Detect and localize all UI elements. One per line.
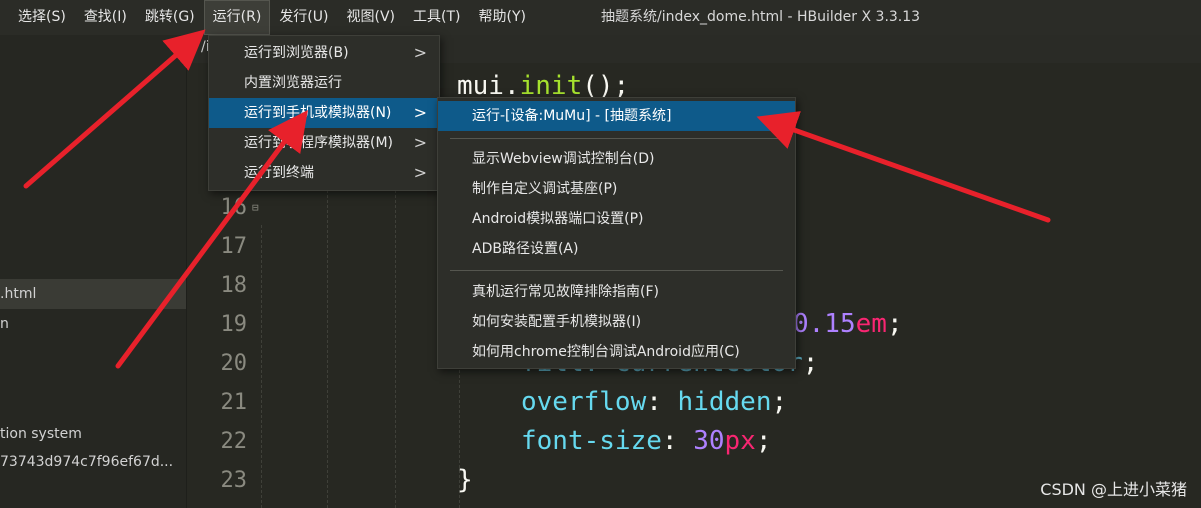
line-number: 16 xyxy=(220,195,248,220)
file-item[interactable]: n xyxy=(0,311,186,337)
menu-find[interactable]: 查找(I) xyxy=(75,0,136,35)
line-number: 23 xyxy=(220,468,248,493)
adb-path-item[interactable]: ADB路径设置(A) xyxy=(438,234,795,264)
chevron-right-icon: > xyxy=(413,163,427,182)
menu-goto[interactable]: 跳转(G) xyxy=(136,0,204,35)
file-item[interactable]: tion system xyxy=(0,421,186,447)
menu-separator xyxy=(450,270,783,271)
menu-tools[interactable]: 工具(T) xyxy=(404,0,469,35)
code-line-overflow: overflow: hidden; xyxy=(521,387,788,417)
window-title: 抽题系统/index_dome.html - HBuilder X 3.3.13 xyxy=(601,9,921,25)
menu-run[interactable]: 运行(R) xyxy=(203,0,271,35)
run-miniprogram-item[interactable]: 运行到小程序模拟器(M) > xyxy=(209,128,439,158)
menu-view[interactable]: 视图(V) xyxy=(337,0,404,35)
project-explorer: .html n tion system 73743d974c7f96ef67d.… xyxy=(0,35,187,508)
chevron-right-icon: > xyxy=(413,133,427,152)
line-number: 19 xyxy=(220,312,248,337)
run-on-mumu-item[interactable]: 运行-[设备:MuMu] - [抽题系统] xyxy=(438,101,795,131)
install-emulator-guide-item[interactable]: 如何安装配置手机模拟器(I) xyxy=(438,307,795,337)
code-line-19-value: 0.15em; xyxy=(793,309,903,339)
line-number: 18 xyxy=(220,273,248,298)
run-builtin-browser-item[interactable]: 内置浏览器运行 xyxy=(209,68,439,98)
fold-icon[interactable]: ⊟ xyxy=(252,201,259,214)
custom-base-item[interactable]: 制作自定义调试基座(P) xyxy=(438,174,795,204)
run-in-browser-item[interactable]: 运行到浏览器(B) > xyxy=(209,38,439,68)
menu-separator xyxy=(450,138,783,139)
line-number: 20 xyxy=(220,351,248,376)
chevron-right-icon: > xyxy=(413,103,427,122)
emulator-port-item[interactable]: Android模拟器端口设置(P) xyxy=(438,204,795,234)
line-number: 21 xyxy=(220,390,248,415)
chevron-right-icon: > xyxy=(413,43,427,62)
menu-publish[interactable]: 发行(U) xyxy=(270,0,337,35)
chrome-debug-guide-item[interactable]: 如何用chrome控制台调试Android应用(C) xyxy=(438,337,795,367)
line-number: 22 xyxy=(220,429,248,454)
troubleshoot-guide-item[interactable]: 真机运行常见故障排除指南(F) xyxy=(438,277,795,307)
device-submenu: 运行-[设备:MuMu] - [抽题系统] 显示Webview调试控制台(D) … xyxy=(437,97,796,369)
watermark: CSDN @上进小菜猪 xyxy=(1040,480,1187,499)
menu-select[interactable]: 选择(S) xyxy=(0,0,75,35)
file-item[interactable]: 73743d974c7f96ef67d... xyxy=(0,449,186,475)
file-item[interactable]: .html xyxy=(0,279,186,309)
menu-help[interactable]: 帮助(Y) xyxy=(469,0,534,35)
run-on-device-item[interactable]: 运行到手机或模拟器(N) > xyxy=(209,98,439,128)
run-menu: 运行到浏览器(B) > 内置浏览器运行 运行到手机或模拟器(N) > 运行到小程序模… xyxy=(208,35,440,191)
run-terminal-item[interactable]: 运行到终端 > xyxy=(209,158,439,188)
code-line-font-size: font-size: 30px; xyxy=(521,426,772,456)
webview-console-item[interactable]: 显示Webview调试控制台(D) xyxy=(438,144,795,174)
code-line-close-brace: } xyxy=(457,465,473,495)
line-number: 17 xyxy=(220,234,248,259)
